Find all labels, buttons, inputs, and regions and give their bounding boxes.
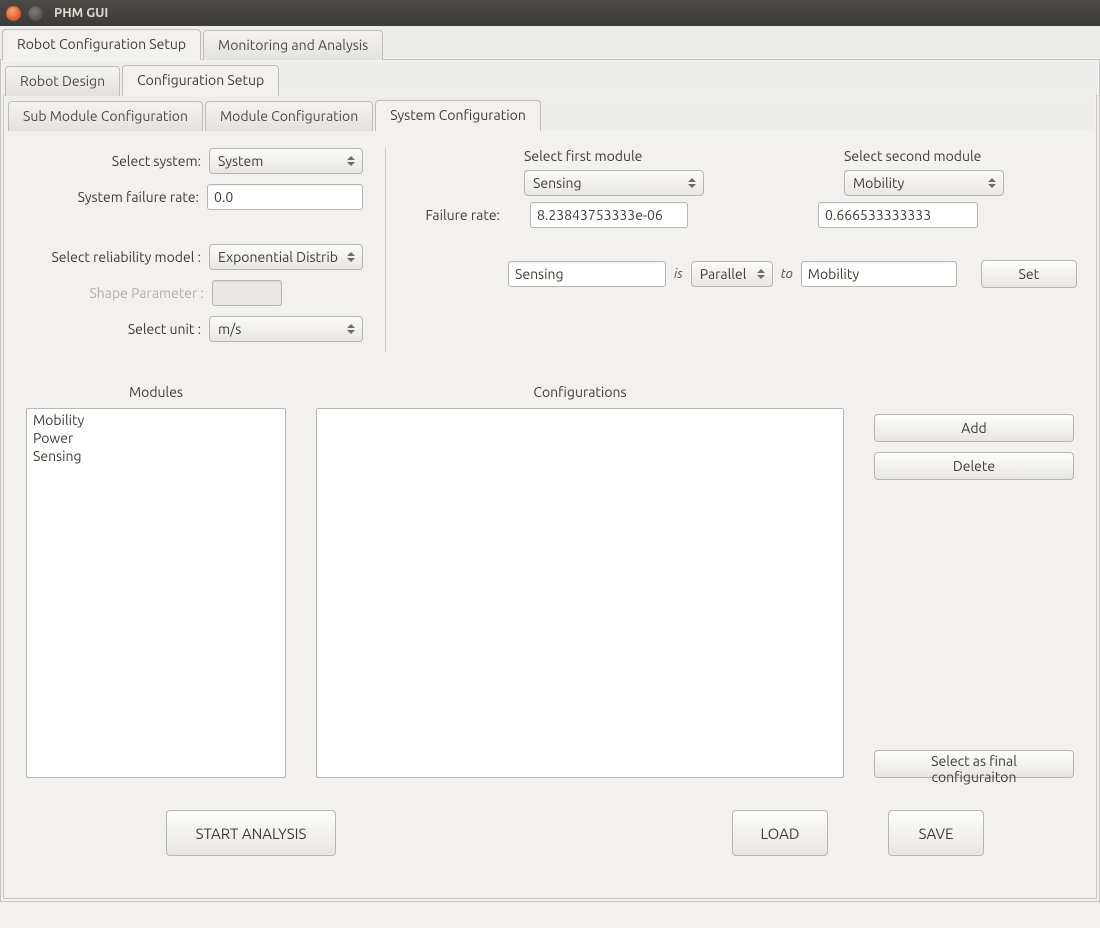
list-item[interactable]: Mobility [31,411,281,429]
tab-robot-configuration-setup[interactable]: Robot Configuration Setup [2,29,201,60]
reliability-model-value: Exponential Distribı [218,249,338,265]
tabbar-top: Robot Configuration Setup Monitoring and… [0,26,1100,60]
window-title: PHM GUI [54,6,108,20]
tab-robot-design[interactable]: Robot Design [5,66,120,96]
chevron-updown-icon [345,152,357,170]
tabbar-low: Sub Module Configuration Module Configur… [6,97,1094,130]
chevron-updown-icon [345,248,357,266]
select-final-configuration-button[interactable]: Select as final configuraiton [874,750,1074,778]
tab-monitoring-and-analysis[interactable]: Monitoring and Analysis [203,30,383,60]
second-module-value: Mobility [853,175,904,191]
tab-module-configuration[interactable]: Module Configuration [205,101,373,131]
select-system-value: System [218,153,263,169]
first-module-combo[interactable]: Sensing [524,170,704,196]
second-module-combo[interactable]: Mobility [844,170,1004,196]
relation-first-input[interactable] [508,261,666,287]
system-failure-rate-input[interactable] [207,184,363,210]
chevron-updown-icon [345,320,357,338]
list-item[interactable]: Power [31,429,281,447]
select-unit-value: m/s [218,321,241,337]
start-analysis-button[interactable]: START ANALYSIS [166,810,336,856]
relation-to-label: to [781,267,793,281]
chevron-updown-icon [986,174,998,192]
shape-parameter-label: Shape Parameter : [26,285,212,301]
first-module-label: Select first module [524,148,704,164]
configurations-listbox[interactable] [316,408,844,778]
second-module-label: Select second module [844,148,1004,164]
save-button[interactable]: SAVE [888,810,984,856]
add-button[interactable]: Add [874,414,1074,442]
minimize-icon[interactable] [28,6,43,21]
relation-second-input[interactable] [801,261,957,287]
relation-is-label: is [674,267,683,281]
failure-rate-2-input[interactable] [818,202,978,228]
list-item[interactable]: Sensing [31,447,281,465]
modules-listbox[interactable]: MobilityPowerSensing [26,408,286,778]
chevron-updown-icon [686,174,698,192]
select-unit-label: Select unit : [26,321,209,337]
select-unit-combo[interactable]: m/s [209,316,363,342]
tab-system-configuration[interactable]: System Configuration [375,100,541,131]
set-button[interactable]: Set [981,260,1077,288]
relation-type-combo[interactable]: Parallel [691,261,773,287]
system-failure-rate-label: System failure rate: [26,189,207,205]
failure-rate-label: Failure rate: [414,207,500,223]
right-panel: Select first module Sensing Select secon… [386,148,1077,352]
first-module-value: Sensing [533,175,582,191]
footer: START ANALYSIS LOAD SAVE [6,784,1094,896]
shape-parameter-input [212,280,282,306]
tab-sub-module-configuration[interactable]: Sub Module Configuration [8,101,203,131]
configurations-header: Configurations [316,384,844,400]
modules-header: Modules [26,384,286,400]
select-system-label: Select system: [26,153,209,169]
tab-configuration-setup[interactable]: Configuration Setup [122,65,279,96]
relation-type-value: Parallel [700,266,747,282]
failure-rate-1-input[interactable] [530,202,688,228]
reliability-model-label: Select reliability model : [26,249,209,265]
window-titlebar: PHM GUI [0,0,1100,26]
left-panel: Select system: System System failure rat… [26,148,386,352]
select-system-combo[interactable]: System [209,148,363,174]
load-button[interactable]: LOAD [732,810,828,856]
close-icon[interactable] [6,6,21,21]
tabbar-mid: Robot Design Configuration Setup [3,62,1097,95]
reliability-model-combo[interactable]: Exponential Distribı [209,244,363,270]
delete-button[interactable]: Delete [874,452,1074,480]
chevron-updown-icon [755,265,767,283]
